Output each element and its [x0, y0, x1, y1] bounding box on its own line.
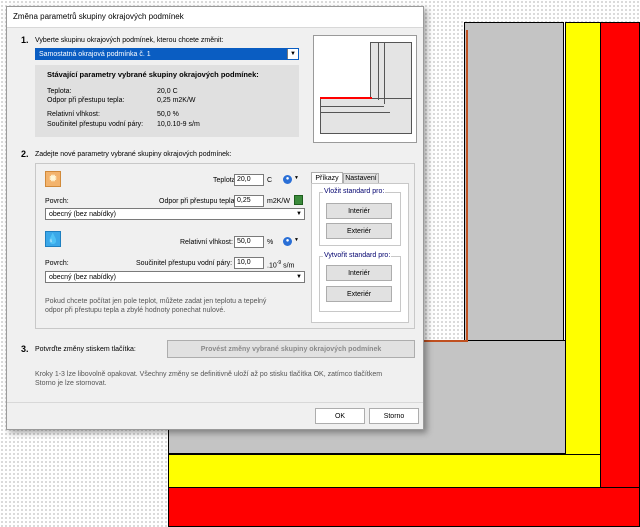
title-bar[interactable]: Změna parametrů skupiny okrajových podmí… — [7, 7, 423, 28]
create-exterior-button[interactable]: Exteriér — [326, 286, 392, 302]
step2-number: 2. — [21, 149, 29, 159]
step3-label: Potvrďte změny stiskem tlačítka: — [35, 346, 136, 353]
chevron-down-icon[interactable]: ▼ — [294, 175, 299, 181]
create-standard-title: Vytvořit standard pro: — [323, 252, 392, 259]
vapour-coefficient-input[interactable]: 10,0 — [234, 257, 264, 269]
insert-interior-button[interactable]: Interiér — [326, 203, 392, 219]
current-temp-label: Teplota: — [47, 88, 72, 95]
current-vapour-value: 10,0.10-9 s/m — [157, 121, 200, 128]
step1-label: Vyberte skupinu okrajových podmínek, kte… — [35, 37, 224, 44]
current-vapour-label: Součinitel přestupu vodní páry: — [47, 121, 144, 128]
water-drop-icon: 💧 — [45, 231, 61, 247]
ok-button[interactable]: OK — [315, 408, 365, 424]
humid-surface-value: obecný (bez nabídky) — [49, 274, 116, 281]
temperature-unit: C — [267, 177, 273, 184]
group-select[interactable]: Samostatná okrajová podmínka č. 1 ▼ — [35, 48, 299, 60]
heat-resistance-input[interactable]: 0,25 — [234, 195, 264, 207]
calculator-icon[interactable] — [294, 195, 303, 205]
step3-number: 3. — [21, 344, 29, 354]
create-interior-button[interactable]: Interiér — [326, 265, 392, 281]
heat-surface-select[interactable]: obecný (bez nabídky) ▼ — [45, 208, 305, 220]
red-region — [600, 22, 640, 527]
sun-icon: ✹ — [45, 171, 61, 187]
red-region-lower — [168, 487, 640, 527]
surface-label: Povrch: — [45, 198, 69, 205]
current-resist-value: 0,25 m2K/W — [157, 97, 196, 104]
yellow-region — [565, 22, 601, 488]
insert-standard-title: Vložit standard pro: — [323, 188, 386, 195]
chevron-down-icon: ▼ — [296, 211, 302, 217]
step2-label: Zadejte nové parametry vybrané skupiny o… — [35, 151, 232, 158]
preview-image — [313, 35, 417, 143]
heat-resistance-label: Odpor při přestupu tepla: — [159, 198, 237, 205]
chevron-down-icon: ▼ — [287, 49, 298, 59]
footer-note: Kroky 1-3 lze libovolně opakovat. Všechn… — [35, 371, 383, 387]
apply-changes-button[interactable]: Provést změny vybrané skupiny okrajových… — [167, 340, 415, 358]
boundary-line — [466, 30, 468, 342]
chevron-down-icon: ▼ — [296, 274, 302, 280]
heat-surface-value: obecný (bez nabídky) — [49, 211, 116, 218]
vapour-coefficient-unit: .10-9 s/m — [267, 260, 295, 270]
current-resist-label: Odpor při přestupu tepla: — [47, 97, 125, 104]
current-humidity-label: Relativní vlhkost: — [47, 111, 100, 118]
heat-resistance-unit: m2K/W — [267, 198, 290, 205]
step1-number: 1. — [21, 35, 29, 45]
chevron-down-icon[interactable]: ▼ — [294, 237, 299, 243]
group-select-value: Samostatná okrajová podmínka č. 1 — [39, 51, 151, 58]
surface-label: Povrch: — [45, 260, 69, 267]
humidity-label: Relativní vlhkost: — [180, 239, 233, 246]
hint-text: Pokud chcete počítat jen pole teplot, mů… — [45, 298, 267, 314]
dialog-window: Změna parametrů skupiny okrajových podmí… — [6, 6, 424, 430]
yellow-region-lower — [168, 454, 601, 488]
temperature-input[interactable]: 20,0 — [234, 174, 264, 186]
cancel-button[interactable]: Storno — [369, 408, 419, 424]
current-temp-value: 20,0 C — [157, 88, 178, 95]
current-params-title: Stávající parametry vybrané skupiny okra… — [47, 70, 259, 79]
current-humidity-value: 50,0 % — [157, 111, 179, 118]
boundary-line-bottom — [420, 340, 468, 342]
window-title: Změna parametrů skupiny okrajových podmí… — [13, 12, 184, 21]
humidity-input[interactable]: 50,0 — [234, 236, 264, 248]
humidity-unit: % — [267, 239, 274, 246]
vapour-coefficient-label: Součinitel přestupu vodní páry: — [136, 260, 233, 267]
info-icon[interactable]: ● — [283, 175, 292, 184]
insert-exterior-button[interactable]: Exteriér — [326, 223, 392, 239]
humid-surface-select[interactable]: obecný (bez nabídky) ▼ — [45, 271, 305, 283]
info-icon[interactable]: ● — [283, 237, 292, 246]
